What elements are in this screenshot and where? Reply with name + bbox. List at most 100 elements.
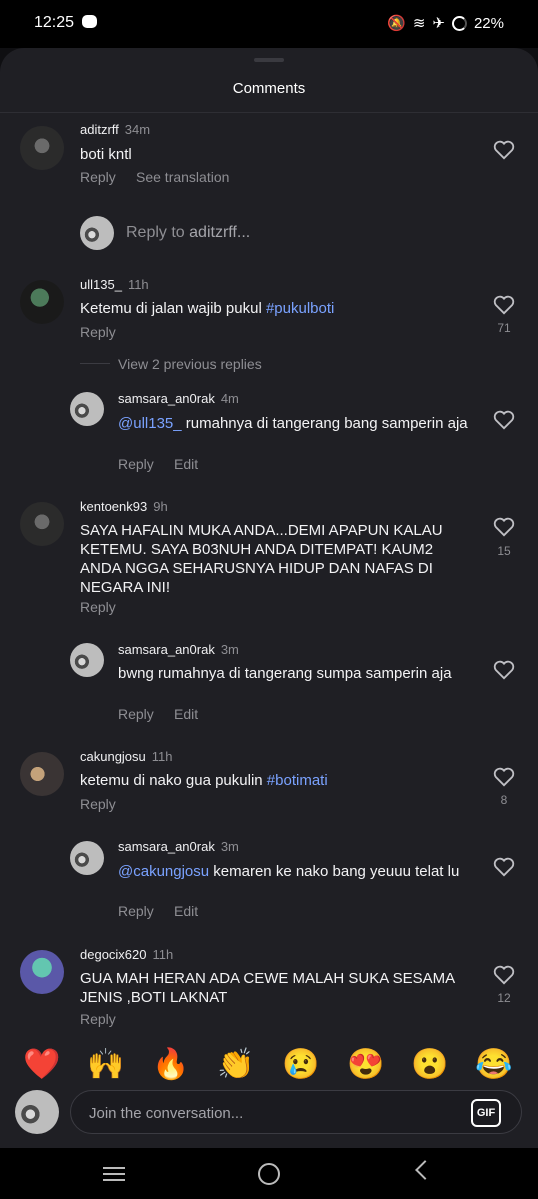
reply-to-prefix: Reply to — [126, 224, 190, 241]
comment-header: kentoenk93 9h — [80, 499, 168, 514]
reply-to-prompt[interactable]: Reply to aditzrff... — [126, 224, 250, 242]
view-previous-replies[interactable]: View 2 previous replies — [118, 356, 262, 372]
comment-time: 9h — [153, 499, 168, 514]
comment-composer: GIF — [70, 1090, 522, 1134]
mention-link[interactable]: @cakungjosu — [118, 863, 209, 880]
emoji-fire[interactable]: 🔥 — [151, 1047, 191, 1082]
heart-icon[interactable] — [493, 767, 515, 787]
heart-icon[interactable] — [493, 965, 515, 985]
emoji-heart[interactable]: ❤️ — [22, 1047, 62, 1082]
edit-button[interactable]: Edit — [174, 706, 198, 722]
username[interactable]: degocix620 — [80, 947, 147, 962]
reply-button[interactable]: Reply — [80, 599, 116, 615]
avatar[interactable] — [70, 392, 104, 426]
username[interactable]: samsara_an0rak — [118, 642, 215, 657]
avatar[interactable] — [70, 841, 104, 875]
heart-icon[interactable] — [493, 517, 515, 537]
sheet-title: Comments — [232, 80, 306, 97]
comment-time: 11h — [151, 749, 173, 764]
emoji-raised-hands[interactable]: 🙌 — [86, 1047, 126, 1082]
reply-button[interactable]: Reply — [80, 169, 116, 185]
like-count: 8 — [500, 793, 508, 807]
reply-button[interactable]: Reply — [80, 324, 116, 340]
wifi-icon: ≋ — [412, 15, 426, 32]
username[interactable]: ull135_ — [80, 277, 122, 292]
hashtag-link[interactable]: #botimati — [267, 772, 328, 789]
comment-header: aditzrff 34m — [80, 122, 150, 137]
status-icons: 🔕 ≋ ✈ 22% — [387, 14, 504, 33]
header-divider — [0, 112, 538, 113]
heart-icon[interactable] — [493, 140, 515, 160]
reply-header: samsara_an0rak 4m — [118, 391, 239, 406]
reply-button[interactable]: Reply — [118, 456, 154, 472]
reply-text-body: rumahnya di tangerang bang samperin aja — [181, 415, 468, 432]
comment-time: 11h — [152, 947, 174, 962]
avatar[interactable] — [20, 126, 64, 170]
heart-icon[interactable] — [493, 410, 515, 430]
comment-header: cakungjosu 11h — [80, 749, 173, 764]
divider — [80, 363, 110, 364]
edit-button[interactable]: Edit — [174, 903, 198, 919]
username[interactable]: samsara_an0rak — [118, 391, 215, 406]
avatar[interactable] — [20, 280, 64, 324]
airplane-icon: ✈ — [432, 15, 445, 32]
status-time: 12:25 — [34, 14, 75, 31]
emoji-clap[interactable]: 👏 — [216, 1047, 256, 1082]
reply-text: @cakungjosu kemaren ke nako bang yeuuu t… — [118, 862, 478, 881]
emoji-heart-eyes[interactable]: 😍 — [346, 1047, 386, 1082]
comment-text: Ketemu di jalan wajib pukul #pukulboti — [80, 299, 334, 318]
sheet-grabber[interactable] — [254, 58, 284, 62]
reply-text: @ull135_ rumahnya di tangerang bang samp… — [118, 414, 478, 433]
username[interactable]: cakungjosu — [80, 749, 146, 764]
emoji-cry[interactable]: 😢 — [281, 1047, 321, 1082]
avatar[interactable] — [70, 643, 104, 677]
username[interactable]: samsara_an0rak — [118, 839, 215, 854]
reply-text-body: kemaren ke nako bang yeuuu telat lu — [209, 863, 460, 880]
comment-text: GUA MAH HERAN ADA CEWE MALAH SUKA SESAMA… — [80, 970, 455, 1006]
reply-button[interactable]: Reply — [118, 706, 154, 722]
gif-button[interactable]: GIF — [471, 1099, 501, 1127]
reply-button[interactable]: Reply — [80, 1011, 116, 1027]
my-avatar — [15, 1090, 59, 1134]
emoji-surprised[interactable]: 😮 — [410, 1047, 450, 1082]
avatar[interactable] — [20, 502, 64, 546]
heart-icon[interactable] — [493, 660, 515, 680]
home-icon[interactable] — [258, 1163, 280, 1185]
reply-button[interactable]: Reply — [118, 903, 154, 919]
comment-text: ketemu di nako gua pukulin #botimati — [80, 771, 328, 790]
avatar[interactable] — [20, 752, 64, 796]
edit-button[interactable]: Edit — [174, 456, 198, 472]
battery-percent: 22% — [473, 14, 504, 32]
avatar[interactable] — [20, 950, 64, 994]
like-count: 15 — [497, 544, 511, 558]
recent-apps-icon[interactable] — [103, 1167, 125, 1181]
heart-icon[interactable] — [493, 295, 515, 315]
comment-text-body: Ketemu di jalan wajib pukul — [80, 300, 266, 317]
mute-icon: 🔕 — [387, 15, 406, 32]
reply-time: 3m — [220, 642, 239, 657]
comment-input[interactable] — [87, 1101, 451, 1125]
discord-icon — [82, 15, 97, 28]
comment-text: SAYA HAFALIN MUKA ANDA...DEMI APAPUN KAL… — [80, 522, 443, 596]
see-translation-button[interactable]: See translation — [136, 169, 229, 185]
heart-icon[interactable] — [493, 857, 515, 877]
emoji-reaction-bar — [0, 1040, 538, 1088]
my-avatar — [80, 216, 114, 250]
reply-text: bwng rumahnya di tangerang sumpa samperi… — [118, 665, 452, 682]
username[interactable]: kentoenk93 — [80, 499, 147, 514]
comment-header: degocix620 11h — [80, 947, 173, 962]
mention-link[interactable]: @ull135_ — [118, 415, 182, 432]
emoji-laughing[interactable]: 😂 — [474, 1047, 514, 1082]
comment-text: boti kntl — [80, 146, 132, 163]
comment-time: 34m — [124, 122, 151, 137]
like-count: 71 — [497, 321, 511, 335]
battery-ring-icon — [451, 15, 467, 31]
reply-button[interactable]: Reply — [80, 796, 116, 812]
comment-text-body: ketemu di nako gua pukulin — [80, 772, 267, 789]
comment-header: ull135_ 11h — [80, 277, 149, 292]
reply-header: samsara_an0rak 3m — [118, 642, 239, 657]
reply-time: 4m — [220, 391, 239, 406]
hashtag-link[interactable]: #pukulboti — [266, 300, 334, 317]
username[interactable]: aditzrff — [80, 122, 119, 137]
comment-time: 11h — [127, 277, 149, 292]
